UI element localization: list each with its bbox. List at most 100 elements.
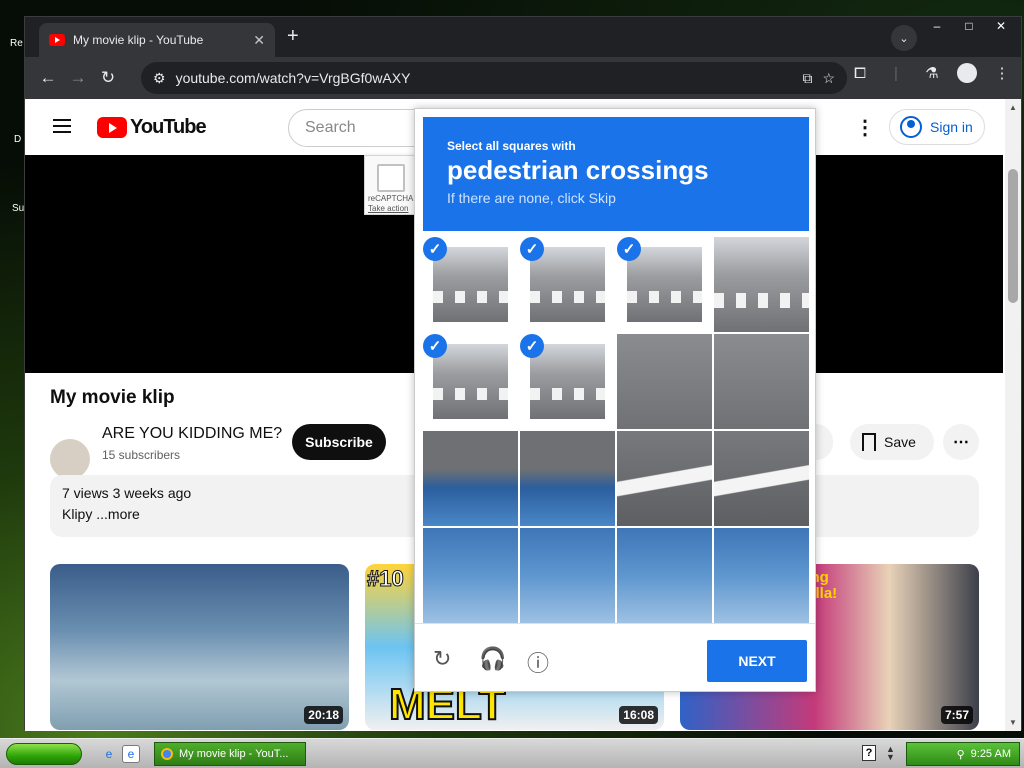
- challenge-tile[interactable]: [617, 334, 712, 429]
- channel-name[interactable]: ARE YOU KIDDING ME?: [102, 425, 282, 443]
- youtube-logo-icon: [97, 117, 127, 138]
- youtube-logo[interactable]: YouTube: [97, 116, 207, 139]
- youtube-favicon-icon: [49, 34, 65, 46]
- install-app-icon[interactable]: ⧉: [802, 70, 812, 87]
- video-duration: 16:08: [619, 706, 658, 724]
- video-title: My movie klip: [50, 387, 175, 408]
- checkmark-icon: ✓: [520, 334, 544, 358]
- challenge-header: Select all squares with pedestrian cross…: [423, 117, 809, 231]
- checkmark-icon: ✓: [423, 334, 447, 358]
- reload-button[interactable]: ↻: [93, 63, 123, 93]
- taskbar-window-title: My movie klip - YouT...: [179, 748, 289, 760]
- back-button[interactable]: ←: [33, 63, 63, 93]
- forward-button[interactable]: →: [63, 63, 93, 93]
- more-actions-button[interactable]: ⋯: [943, 424, 979, 460]
- browser-toolbar: ← → ↻ ⚙ youtube.com/watch?v=VrgBGf0wAXY …: [25, 57, 1021, 99]
- desktop-icon-label: Re: [10, 38, 23, 49]
- bookmark-star-icon[interactable]: ☆: [822, 70, 835, 87]
- maximize-button[interactable]: □: [955, 17, 983, 35]
- challenge-tile[interactable]: ✓: [520, 237, 615, 332]
- site-info-icon[interactable]: ⚙: [153, 70, 166, 87]
- bookmark-icon: [862, 433, 876, 451]
- minimize-button[interactable]: –: [923, 17, 951, 35]
- chrome-menu-icon[interactable]: ⋮: [991, 64, 1013, 82]
- subscribe-button[interactable]: Subscribe: [292, 424, 386, 460]
- youtube-logo-text: YouTube: [130, 116, 207, 138]
- checkmark-icon: ✓: [520, 237, 544, 261]
- challenge-tile[interactable]: [714, 528, 809, 623]
- labs-flask-icon[interactable]: ⚗: [921, 64, 943, 82]
- challenge-tile[interactable]: [617, 528, 712, 623]
- next-button[interactable]: NEXT: [707, 640, 807, 682]
- desktop-icon-label: Su: [12, 203, 25, 214]
- account-icon: [900, 116, 922, 138]
- video-duration: 7:57: [940, 706, 973, 724]
- address-bar[interactable]: ⚙ youtube.com/watch?v=VrgBGf0wAXY ⧉ ☆: [141, 62, 847, 94]
- info-icon[interactable]: ⓘ: [527, 646, 549, 678]
- taskbar: e e My movie klip - YouT... ? ▲ ▼ ⚲ 9:25 …: [0, 738, 1024, 768]
- recaptcha-checkbox[interactable]: [377, 164, 405, 192]
- url-text[interactable]: youtube.com/watch?v=VrgBGf0wAXY: [176, 70, 793, 86]
- challenge-tile[interactable]: [714, 237, 809, 332]
- challenge-tile[interactable]: [423, 431, 518, 526]
- challenge-tile[interactable]: [520, 431, 615, 526]
- video-duration: 20:18: [304, 706, 343, 724]
- checkmark-icon: ✓: [617, 237, 641, 261]
- sign-in-button[interactable]: Sign in: [889, 109, 985, 145]
- audio-challenge-icon[interactable]: 🎧: [479, 646, 506, 672]
- challenge-tile[interactable]: ✓: [423, 334, 518, 429]
- recaptcha-sub-label[interactable]: Take action: [368, 204, 408, 213]
- challenge-tile[interactable]: [714, 431, 809, 526]
- challenge-tile[interactable]: ✓: [423, 237, 518, 332]
- window-controls: – □ ✕: [923, 17, 1015, 35]
- recaptcha-challenge: Select all squares with pedestrian cross…: [414, 108, 816, 692]
- profile-avatar-icon[interactable]: [957, 63, 977, 83]
- recaptcha-label: reCAPTCHA: [368, 194, 414, 203]
- taskbar-window-button[interactable]: My movie klip - YouT...: [154, 742, 306, 766]
- subscriber-count: 15 subscribers: [102, 448, 181, 462]
- scroll-down-arrow-icon[interactable]: ▼: [1009, 718, 1017, 727]
- scroll-up-arrow-icon[interactable]: ▲: [1009, 103, 1017, 112]
- tab-search-button[interactable]: ⌄: [891, 25, 917, 51]
- checkmark-icon: ✓: [423, 237, 447, 261]
- menu-icon[interactable]: [53, 119, 71, 133]
- tab-title: My movie klip - YouTube: [73, 33, 204, 47]
- help-tray-icon[interactable]: ?: [862, 745, 876, 761]
- challenge-tile[interactable]: [714, 334, 809, 429]
- instruction-small: Select all squares with: [447, 139, 576, 153]
- thumbnail-number: #10: [367, 566, 405, 592]
- challenge-tile[interactable]: ✓: [617, 237, 712, 332]
- quick-launch-icon[interactable]: e: [122, 745, 140, 763]
- browser-tab[interactable]: My movie klip - YouTube ✕: [39, 23, 275, 57]
- new-tab-button[interactable]: +: [287, 25, 299, 48]
- challenge-tile[interactable]: [617, 431, 712, 526]
- challenge-tile[interactable]: ✓: [520, 334, 615, 429]
- internet-explorer-icon[interactable]: e: [100, 745, 118, 763]
- instruction-target: pedestrian crossings: [447, 155, 709, 185]
- scrollbar-thumb[interactable]: [1008, 169, 1018, 303]
- save-button[interactable]: Save: [850, 424, 934, 460]
- challenge-tile[interactable]: [423, 528, 518, 623]
- clock[interactable]: 9:25 AM: [971, 748, 1011, 760]
- tray-expand-icon[interactable]: ▲ ▼: [886, 745, 895, 762]
- settings-menu-icon[interactable]: ⋮: [855, 115, 875, 140]
- instruction-hint: If there are none, click Skip: [447, 190, 616, 206]
- chrome-icon: [161, 748, 173, 760]
- save-label: Save: [884, 434, 916, 450]
- challenge-tile[interactable]: [520, 528, 615, 623]
- reload-challenge-icon[interactable]: ↻: [433, 646, 451, 672]
- system-tray: ⚲ 9:25 AM: [906, 742, 1020, 766]
- sign-in-label: Sign in: [930, 119, 973, 135]
- close-tab-icon[interactable]: ✕: [253, 32, 265, 49]
- extensions-icon[interactable]: ⧠: [849, 65, 871, 82]
- challenge-tile-grid: ✓ ✓ ✓ ✓ ✓: [423, 237, 809, 623]
- start-button[interactable]: [6, 743, 82, 765]
- channel-avatar[interactable]: [50, 439, 90, 479]
- network-tray-icon[interactable]: ⚲: [957, 748, 965, 761]
- toolbar-divider: |: [894, 64, 898, 82]
- challenge-footer: ↻ 🎧 ⓘ NEXT: [415, 623, 815, 693]
- toolbar-actions: ⧠ | ⚗ ⋮: [849, 63, 1013, 83]
- page-scrollbar[interactable]: ▲ ▼: [1005, 99, 1021, 731]
- close-window-button[interactable]: ✕: [987, 17, 1015, 35]
- recommended-thumbnail[interactable]: 20:18: [50, 564, 349, 730]
